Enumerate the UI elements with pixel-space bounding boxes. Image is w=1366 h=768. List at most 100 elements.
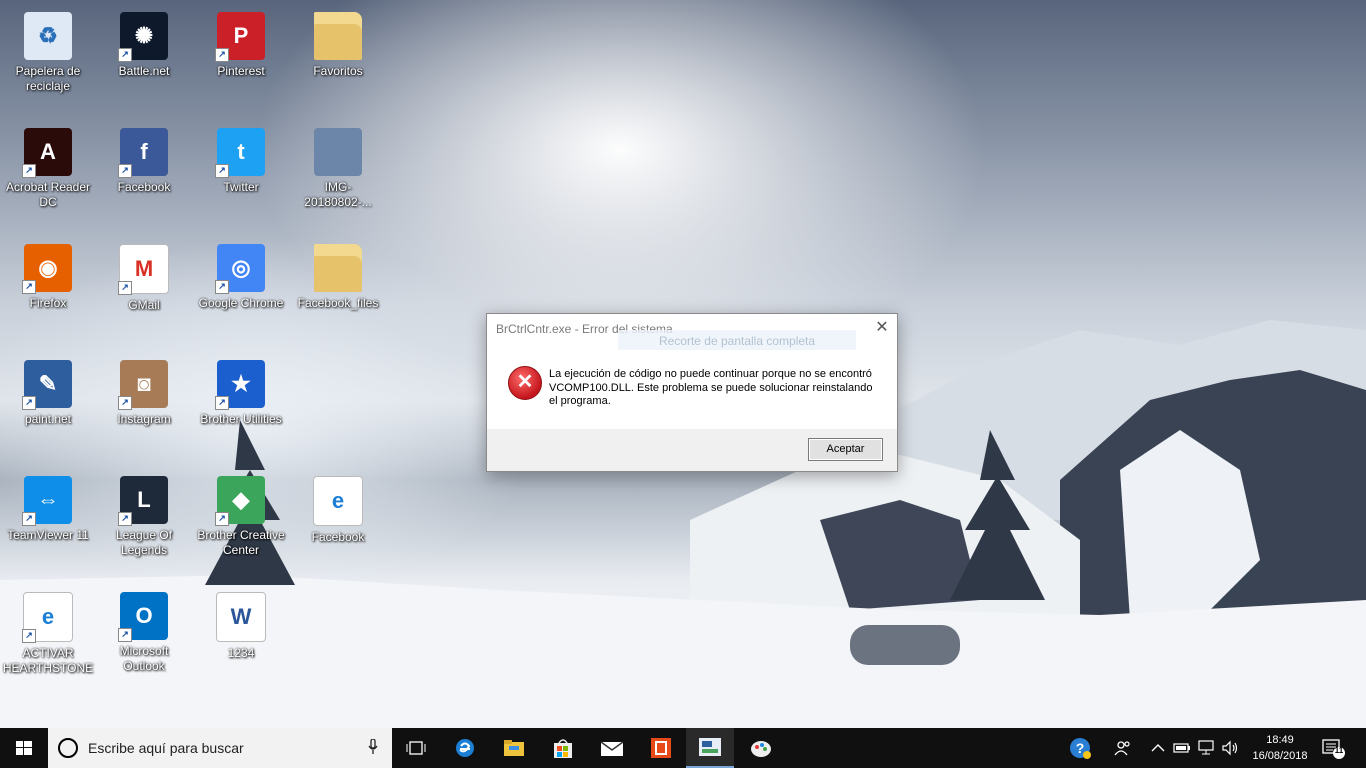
microphone-icon[interactable] [368, 739, 378, 755]
store-button[interactable] [539, 728, 587, 768]
battlenet-icon: ✺ ↗ [118, 12, 168, 62]
desktop-icon[interactable]: L ↗ League Of Legends [96, 470, 192, 582]
edge-icon [456, 739, 474, 757]
desktop-icon[interactable]: ♻ Papelera de reciclaje [0, 6, 96, 118]
desktop-icon[interactable]: ◉ ↗ Firefox [0, 238, 96, 350]
brother-utilities-icon: ★ ↗ [215, 360, 265, 410]
firefox-icon: ◉ ↗ [22, 244, 72, 294]
desktop-icon[interactable]: e ↗ ACTIVAR HEARTHSTONE [0, 586, 96, 698]
desktop-icon[interactable]: A ↗ Acrobat Reader DC [0, 122, 96, 234]
battery-tray-icon[interactable] [1172, 738, 1192, 758]
file-explorer-button[interactable] [490, 728, 538, 768]
shortcut-arrow-icon: ↗ [118, 164, 132, 178]
desktop-icon-label: Twitter [223, 180, 259, 194]
brother-app-icon [699, 738, 721, 756]
facebook-icon: f ↗ [118, 128, 168, 178]
desktop-icon[interactable]: O ↗ Microsoft Outlook [96, 586, 192, 698]
desktop-icon[interactable]: ⇔ ↗ TeamViewer 11 [0, 470, 96, 582]
help-tray-icon[interactable]: ? [1069, 737, 1091, 759]
desktop-icon-label: Firefox [29, 296, 67, 310]
desktop-icon[interactable]: f ↗ Facebook [96, 122, 192, 234]
paint-app-button[interactable] [737, 728, 785, 768]
desktop-icon-label: 1234 [227, 646, 255, 660]
desktop-icon[interactable]: Facebook_files [290, 238, 386, 350]
mail-button[interactable] [588, 728, 636, 768]
edge-pdf-icon: e ↗ [22, 592, 73, 643]
desktop-icon-label: Facebook_files [297, 296, 379, 310]
help-icon: ? [1070, 738, 1091, 759]
desktop-icon[interactable]: W 1234 [193, 586, 289, 698]
folder-icon [314, 244, 362, 292]
store-icon [554, 739, 572, 758]
desktop-icon[interactable]: ★ ↗ Brother Utilities [193, 354, 289, 466]
brother-app-button[interactable] [686, 728, 734, 768]
desktop-icon-label: Battle.net [118, 64, 170, 78]
shortcut-arrow-icon: ↗ [22, 629, 36, 643]
windows-logo-icon [16, 741, 32, 755]
desktop-icon[interactable]: P ↗ Pinterest [193, 6, 289, 118]
volume-icon [1222, 740, 1238, 756]
desktop-icon[interactable]: ✺ ↗ Battle.net [96, 6, 192, 118]
desktop-icon[interactable]: ✎ ↗ paint.net [0, 354, 96, 466]
gmail-icon: M ↗ [118, 244, 169, 295]
desktop-icon[interactable]: M ↗ GMail [96, 238, 192, 350]
desktop-icon[interactable]: ◆ ↗ Brother Creative Center [193, 470, 289, 582]
shortcut-arrow-icon: ↗ [118, 512, 132, 526]
network-icon [1198, 740, 1214, 755]
people-icon [1114, 741, 1130, 756]
desktop-icon-label: Facebook [311, 530, 365, 544]
desktop-icon[interactable]: IMG-20180802-... [290, 122, 386, 234]
desktop-icon-label: Papelera de reciclaje [15, 64, 81, 93]
desktop-icon-label: Facebook [117, 180, 171, 194]
network-tray-icon[interactable] [1197, 738, 1217, 758]
action-center-button[interactable]: 11 [1320, 736, 1346, 760]
search-box[interactable]: Escribe aquí para buscar [48, 728, 392, 768]
desktop-icon-label: Brother Utilities [200, 412, 282, 426]
word-document-icon: W [216, 592, 266, 642]
office-button[interactable] [637, 728, 685, 768]
dialog-titlebar[interactable]: BrCtrlCntr.exe - Error del sistema Recor… [487, 314, 897, 350]
shortcut-arrow-icon: ↗ [215, 48, 229, 62]
shortcut-arrow-icon: ↗ [118, 628, 132, 642]
start-button[interactable] [0, 728, 48, 768]
office-icon [651, 738, 671, 758]
edge-button[interactable] [441, 728, 489, 768]
task-view-button[interactable] [392, 728, 440, 768]
chrome-icon: ◎ ↗ [215, 244, 265, 294]
outlook-icon: O ↗ [118, 592, 168, 642]
desktop-icon[interactable]: e Facebook [290, 470, 386, 582]
error-dialog: BrCtrlCntr.exe - Error del sistema Recor… [486, 313, 898, 472]
image-thumbnail-icon [314, 128, 362, 176]
clock-date: 16/08/2018 [1252, 750, 1308, 762]
dialog-footer: Aceptar [487, 429, 897, 471]
close-button[interactable]: ✕ [867, 314, 897, 342]
shortcut-arrow-icon: ↗ [22, 164, 36, 178]
desktop-icon-label: Brother Creative Center [197, 528, 285, 557]
desktop-icon[interactable]: t ↗ Twitter [193, 122, 289, 234]
volume-tray-icon[interactable] [1220, 738, 1240, 758]
task-view-icon [406, 741, 426, 755]
shortcut-arrow-icon: ↗ [215, 396, 229, 410]
search-placeholder: Escribe aquí para buscar [88, 740, 244, 756]
desktop-icon-label: Pinterest [217, 64, 265, 78]
desktop-icon-label: Microsoft Outlook [119, 644, 169, 673]
desktop-icon[interactable]: ◙ ↗ Instagram [96, 354, 192, 466]
desktop-icon-label: Instagram [117, 412, 171, 426]
accept-button[interactable]: Aceptar [808, 438, 883, 461]
shortcut-arrow-icon: ↗ [215, 280, 229, 294]
twitter-icon: t ↗ [215, 128, 265, 178]
desktop-icon[interactable]: ◎ ↗ Google Chrome [193, 238, 289, 350]
shortcut-arrow-icon: ↗ [22, 280, 36, 294]
recycle-bin-icon: ♻ [24, 12, 72, 60]
folder-icon [314, 12, 362, 60]
shortcut-arrow-icon: ↗ [22, 396, 36, 410]
acrobat-icon: A ↗ [22, 128, 72, 178]
taskbar: Escribe aquí para buscar ? 18:49 16/08/2… [0, 728, 1366, 768]
show-hidden-icons-button[interactable] [1148, 738, 1168, 758]
desktop-icon[interactable]: Favoritos [290, 6, 386, 118]
people-tray-icon[interactable] [1113, 738, 1133, 758]
svg-text:?: ? [1076, 740, 1085, 756]
dialog-body: ✕ La ejecución de código no puede contin… [487, 344, 897, 429]
battery-icon [1173, 743, 1190, 753]
clock[interactable]: 18:49 16/08/2018 [1242, 732, 1318, 764]
